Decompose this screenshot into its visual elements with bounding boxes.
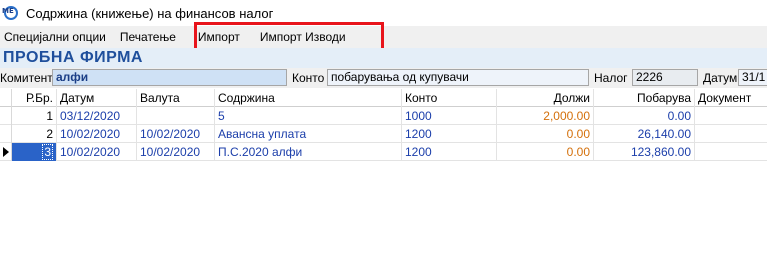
row-indicator[interactable] (0, 125, 12, 143)
nalog-field[interactable]: 2226 (632, 69, 698, 86)
col-header-dolzi[interactable]: Должи (497, 89, 594, 107)
row-indicator[interactable] (0, 107, 12, 125)
window-title: Содржина (книжење) на финансов налог (26, 5, 274, 21)
cell-valuta[interactable] (137, 107, 215, 125)
col-header-valuta[interactable]: Валута (137, 89, 215, 107)
cell-sodrzina[interactable]: Авансна уплата (215, 125, 402, 143)
menu-special-options[interactable]: Специјални опции (0, 30, 106, 44)
datum-label: Датум (703, 71, 738, 85)
cell-dolzi[interactable]: 0.00 (497, 125, 594, 143)
row-indicator[interactable] (0, 143, 12, 161)
table-row[interactable]: 2 10/02/2020 10/02/2020 Авансна уплата 1… (0, 125, 767, 143)
col-header-konto[interactable]: Конто (402, 89, 497, 107)
cell-pobaruva[interactable]: 123,860.00 (594, 143, 695, 161)
firm-name: ПРОБНА ФИРМА (3, 49, 143, 66)
cell-dokument[interactable] (695, 107, 767, 125)
col-header-sodrzina[interactable]: Содржина (215, 89, 402, 107)
col-header-pobaruva[interactable]: Побарува (594, 89, 695, 107)
cell-valuta[interactable]: 10/02/2020 (137, 143, 215, 161)
cell-dokument[interactable] (695, 143, 767, 161)
firm-band: ПРОБНА ФИРМА (0, 48, 767, 68)
cell-dolzi[interactable]: 2,000.00 (497, 107, 594, 125)
col-header-rb[interactable]: Р.Бр. (12, 89, 57, 107)
cell-pobaruva[interactable]: 26,140.00 (594, 125, 695, 143)
cell-datum[interactable]: 10/02/2020 (57, 143, 137, 161)
table-row-selected[interactable]: 3 10/02/2020 10/02/2020 П.С.2020 алфи 12… (0, 143, 767, 161)
cell-konto[interactable]: 1200 (402, 143, 497, 161)
cell-dokument[interactable] (695, 125, 767, 143)
table-row[interactable]: 1 03/12/2020 5 1000 2,000.00 0.00 (0, 107, 767, 125)
cell-konto[interactable]: 1200 (402, 125, 497, 143)
app-icon: МЕ (2, 4, 20, 22)
cell-konto[interactable]: 1000 (402, 107, 497, 125)
current-row-arrow-icon (3, 147, 9, 157)
header-form: Комитент алфи Конто побарувања од купува… (0, 68, 767, 88)
cell-datum[interactable]: 03/12/2020 (57, 107, 137, 125)
cell-pobaruva[interactable]: 0.00 (594, 107, 695, 125)
nalog-label: Налог (594, 71, 628, 85)
cell-rb[interactable]: 2 (12, 125, 57, 143)
menu-print[interactable]: Печатење (116, 30, 176, 44)
cell-sodrzina[interactable]: 5 (215, 107, 402, 125)
konto-field[interactable]: побарувања од купувачи (327, 69, 589, 86)
col-header-datum[interactable]: Датум (57, 89, 137, 107)
cell-valuta[interactable]: 10/02/2020 (137, 125, 215, 143)
col-header-dokument[interactable]: Документ (695, 89, 767, 107)
konto-label: Конто (292, 71, 325, 85)
cell-rb[interactable]: 1 (12, 107, 57, 125)
row-indicator-header (0, 89, 12, 107)
komitent-field[interactable]: алфи (52, 69, 287, 86)
table-header: Р.Бр. Датум Валута Содржина Конто Должи … (0, 89, 767, 107)
entries-table: Р.Бр. Датум Валута Содржина Конто Должи … (0, 89, 767, 161)
datum-field[interactable]: 31/1 (738, 69, 767, 86)
cell-datum[interactable]: 10/02/2020 (57, 125, 137, 143)
cell-sodrzina[interactable]: П.С.2020 алфи (215, 143, 402, 161)
cell-dolzi[interactable]: 0.00 (497, 143, 594, 161)
cell-rb[interactable]: 3 (12, 143, 57, 161)
komitent-label: Комитент (0, 71, 53, 85)
